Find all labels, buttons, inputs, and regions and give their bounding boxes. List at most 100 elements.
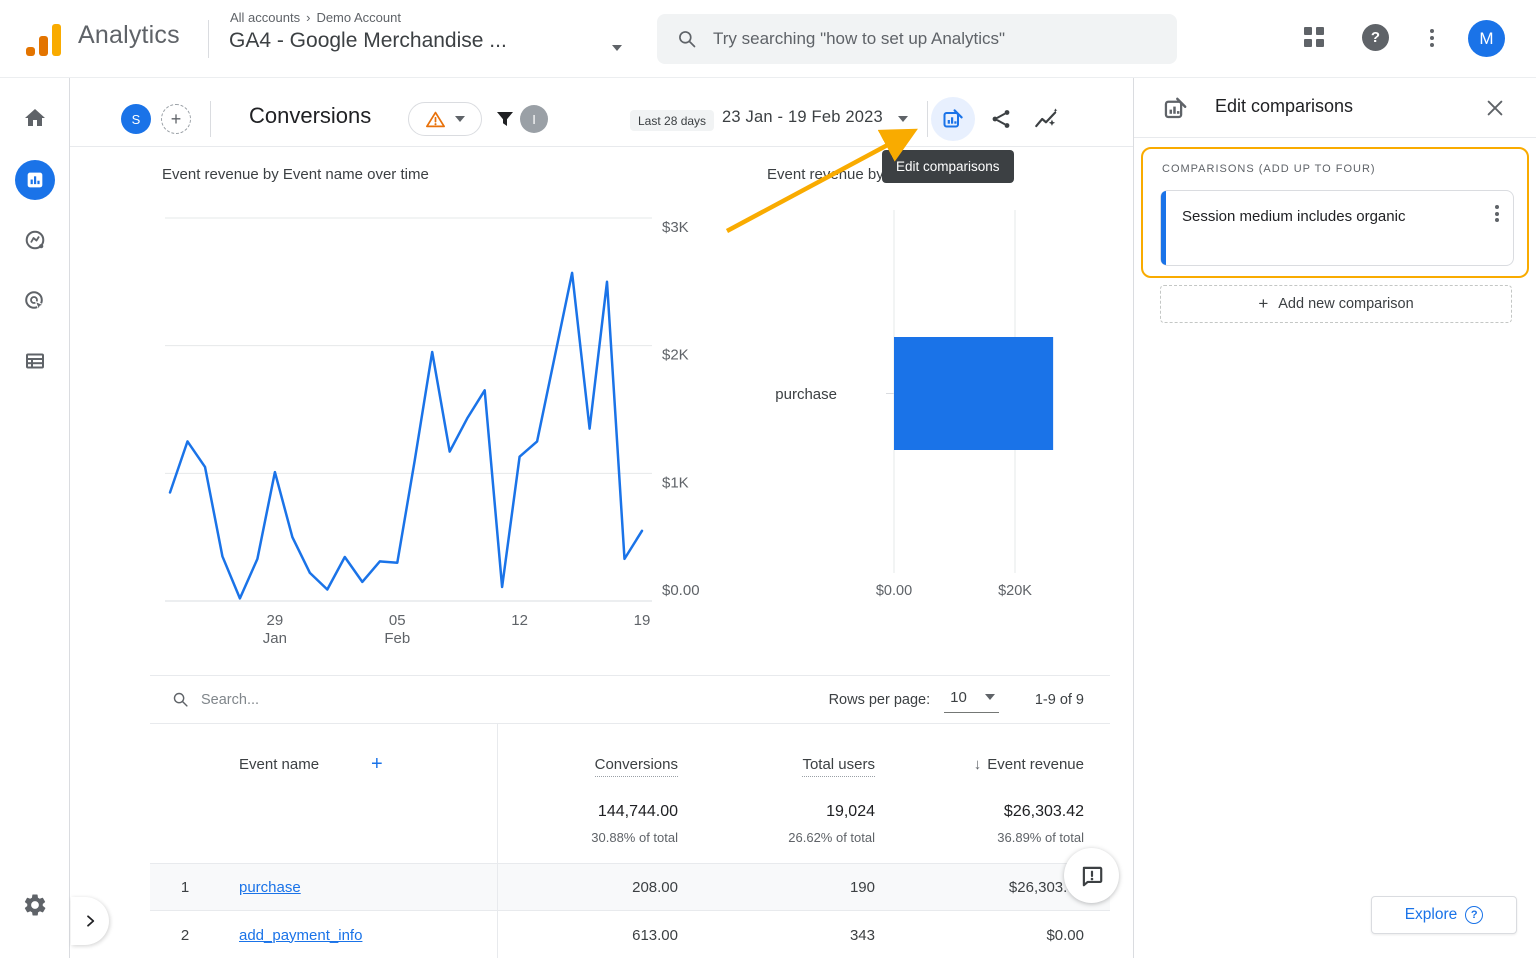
comparisons-highlight-box: COMPARISONS (ADD UP TO FOUR) Session med…	[1141, 147, 1529, 278]
feedback-button[interactable]	[1064, 848, 1119, 903]
table-row: 1 purchase 208.00 190 $26,303.42	[150, 863, 1110, 911]
property-caret-icon[interactable]	[612, 45, 622, 51]
search-icon	[679, 31, 696, 48]
chevron-right-icon	[87, 915, 95, 927]
advertising-icon	[25, 291, 45, 311]
comparison-card[interactable]: Session medium includes organic	[1160, 190, 1514, 266]
comparison-menu-icon[interactable]	[1495, 205, 1499, 222]
search-input[interactable]	[713, 29, 1153, 49]
table-search-row: Rows per page: 10 1-9 of 9	[150, 676, 1110, 723]
svg-text:Feb: Feb	[384, 630, 410, 647]
feedback-bubble-icon	[1082, 866, 1102, 886]
comparison-segment-chip[interactable]: S	[121, 104, 151, 134]
ga4-analytics-app: Analytics All accounts › Demo Account GA4 …	[0, 0, 1536, 958]
info-badge[interactable]: I	[520, 105, 548, 133]
sort-desc-icon[interactable]: ↓	[974, 756, 982, 773]
total-conversions-pct: 30.88% of total	[591, 830, 678, 845]
table-column-divider	[497, 723, 498, 958]
header-divider	[208, 20, 209, 58]
edit-comparisons-panel: Edit comparisons COMPARISONS (ADD UP TO …	[1133, 78, 1536, 958]
panel-close-button[interactable]	[1484, 97, 1506, 124]
property-selector[interactable]: GA4 - Google Merchandise ...	[229, 29, 507, 53]
add-column-button[interactable]: +	[371, 753, 383, 776]
total-revenue-pct: 36.89% of total	[997, 830, 1084, 845]
explore-button-label: Explore	[1404, 906, 1458, 923]
rows-per-page-select[interactable]: 10	[944, 687, 999, 713]
expand-nav-button[interactable]	[71, 897, 109, 945]
svg-text:29: 29	[267, 612, 284, 629]
chevron-down-icon	[455, 116, 465, 122]
filter-funnel-icon	[497, 112, 513, 126]
global-search[interactable]	[657, 14, 1177, 64]
sidebar-item-advertising[interactable]	[15, 281, 55, 321]
date-range-picker[interactable]: 23 Jan - 19 Feb 2023	[722, 108, 883, 127]
rows-per-page-caret-icon	[984, 694, 995, 700]
library-icon	[26, 353, 44, 369]
svg-text:$20K: $20K	[998, 583, 1032, 599]
table-row: 2 add_payment_info 613.00 343 $0.00	[150, 911, 1110, 958]
event-link-add-payment-info[interactable]: add_payment_info	[239, 927, 362, 944]
svg-text:$2K: $2K	[662, 347, 689, 364]
sidebar-item-explore[interactable]	[15, 220, 55, 260]
event-link-purchase[interactable]: purchase	[239, 879, 301, 896]
column-total-users[interactable]: Total users	[802, 756, 875, 777]
date-preset-chip: Last 28 days	[630, 110, 715, 131]
row-index: 1	[180, 878, 190, 896]
add-new-comparison-button[interactable]: + Add new comparison	[1160, 285, 1512, 323]
column-event-revenue[interactable]: Event revenue	[987, 756, 1084, 773]
edit-comparisons-tooltip: Edit comparisons	[882, 150, 1014, 183]
cell-users: 190	[849, 878, 875, 896]
comparison-accent-bar	[1161, 191, 1166, 265]
breadcrumb[interactable]: All accounts › Demo Account	[230, 10, 401, 25]
user-avatar[interactable]: M	[1468, 20, 1505, 57]
close-icon	[1487, 100, 1503, 116]
insights-button[interactable]	[1024, 97, 1068, 141]
page-title: Conversions	[249, 103, 372, 128]
toolbar-divider-2	[927, 101, 928, 137]
share-button[interactable]	[979, 97, 1023, 141]
svg-text:$0.00: $0.00	[662, 582, 700, 599]
breadcrumb-account[interactable]: Demo Account	[316, 10, 401, 25]
cell-conversions: 208.00	[632, 878, 678, 896]
cell-revenue: $26,303.42	[1008, 878, 1084, 896]
pagination-status: 1-9 of 9	[1034, 691, 1084, 708]
add-segment-button[interactable]: +	[161, 104, 191, 134]
svg-text:purchase: purchase	[775, 386, 837, 403]
table-totals-row: 144,744.00 30.88% of total 19,024 26.62% o…	[150, 791, 1110, 863]
breadcrumb-all-accounts[interactable]: All accounts	[230, 10, 300, 25]
comparison-label: Session medium includes organic	[1182, 208, 1406, 225]
filter-button[interactable]	[493, 106, 517, 137]
table-search-input[interactable]	[201, 691, 401, 708]
home-icon	[25, 109, 45, 126]
table-search-icon	[173, 692, 188, 707]
help-icon[interactable]: ?	[1362, 24, 1389, 51]
line-chart: $0.00 $1K $2K $3K 29Jan 05Feb 12 19	[165, 217, 700, 647]
rows-per-page-label: Rows per page:	[828, 691, 931, 708]
row-index: 2	[180, 926, 190, 944]
data-quality-button[interactable]	[408, 102, 482, 136]
column-conversions[interactable]: Conversions	[594, 756, 678, 777]
nav-rail	[0, 78, 70, 958]
sidebar-item-reports[interactable]	[15, 160, 55, 200]
sidebar-item-admin[interactable]	[15, 885, 55, 925]
sidebar-item-library[interactable]	[15, 341, 55, 381]
total-conversions: 144,744.00	[597, 803, 678, 820]
sidebar-item-home[interactable]	[15, 98, 55, 138]
insights-icon	[1035, 108, 1058, 128]
edit-comparisons-button[interactable]	[931, 97, 975, 141]
more-menu-icon[interactable]	[1418, 24, 1446, 52]
cell-conversions: 613.00	[632, 926, 678, 944]
svg-text:Jan: Jan	[263, 630, 287, 647]
cell-revenue: $0.00	[1046, 926, 1084, 944]
date-caret-icon[interactable]	[898, 116, 908, 122]
top-header: Analytics All accounts › Demo Account GA4 …	[0, 0, 1536, 78]
edit-comparisons-panel-icon	[1164, 97, 1187, 119]
share-icon	[992, 110, 1010, 128]
add-new-comparison-label: Add new comparison	[1278, 296, 1414, 312]
analytics-logo-icon[interactable]	[26, 22, 66, 56]
column-event-name[interactable]: Event name	[239, 756, 319, 773]
dashboards-grid-icon[interactable]	[1301, 24, 1329, 52]
toolbar-divider	[210, 101, 211, 137]
explore-button[interactable]: Explore ?	[1371, 896, 1517, 934]
bar-chart: $0.00 $20K purchase	[775, 210, 1054, 599]
